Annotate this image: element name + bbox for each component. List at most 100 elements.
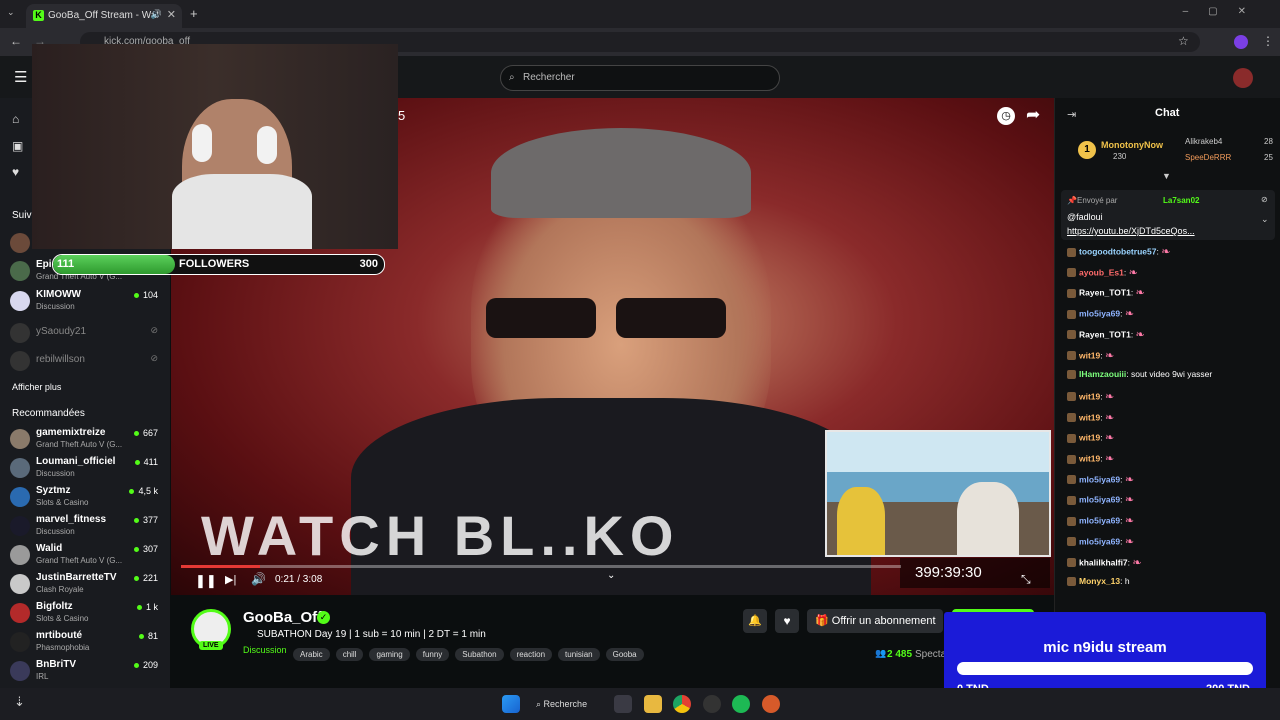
chat-username[interactable]: toogoodtobetrue57 [1079,246,1156,256]
sidebar-channel[interactable]: mrtibouté Phasmophobia 81 [10,629,166,657]
home-icon[interactable]: ⌂ [12,112,26,126]
avatar [10,661,30,681]
sidebar-channel[interactable]: gamemixtreize Grand Theft Auto V (G... 6… [10,426,166,454]
viewers-icon: 👥 [875,648,887,658]
chat-username[interactable]: wit19 [1079,350,1100,360]
collapse-chat-icon[interactable]: ⇥ [1067,108,1076,121]
chat-username[interactable]: mlo5iya69 [1079,308,1120,318]
hamburger-menu-icon[interactable]: ☰ [14,68,27,86]
speaker-icon[interactable]: 🔊 [151,9,162,20]
search-icon: ⌕ [509,72,515,83]
gift-sub-button[interactable]: 🎁 Offrir un abonnement [807,609,943,633]
browser-app-icon[interactable] [762,695,780,713]
chat-username[interactable]: wit19 [1079,453,1100,463]
back-arrow-icon[interactable]: ← [10,34,22,48]
tab-menu-button[interactable]: ⌄ [7,7,21,21]
sidebar-channel[interactable]: Walid Grand Theft Auto V (G... 307 [10,542,166,570]
sidebar-channel[interactable]: Loumani_officiel Discussion 411 [10,455,166,483]
sidebar-channel[interactable]: Bigfoltz Slots & Casino 1 k [10,600,166,628]
headphones [192,124,212,162]
tag[interactable]: Subathon [455,648,504,661]
window-controls[interactable]: –▢✕ [1183,6,1266,17]
user-badge-icon [1067,475,1076,485]
browser-tab[interactable]: K GooBa_Off Stream - Watch 🔊 ✕ [26,4,182,28]
volume-icon[interactable]: 🔊 [251,572,266,586]
spotify-icon[interactable] [732,695,750,713]
tag[interactable]: Gooba [605,648,644,661]
chat-username[interactable]: ayoub_Es1 [1079,267,1124,277]
show-more-link[interactable]: Afficher plus [12,382,61,392]
watch-later-icon[interactable]: ◷ [997,107,1015,125]
chat-username[interactable]: Rayen_TOT1 [1079,329,1131,339]
top-gifter-name[interactable]: MonotonyNow [1101,140,1163,150]
stream-category[interactable]: Discussion [243,645,287,655]
chat-username[interactable]: IHamzaouiii [1079,369,1126,379]
notification-bell-button[interactable]: 🔔 [743,609,767,633]
taskbar-search[interactable]: ⌕ Recherche [536,696,606,712]
viewer-count: 667 [134,428,158,438]
profile-avatar[interactable] [1234,35,1248,49]
top-gifter-name[interactable]: SpeeDeRRR [1185,153,1231,162]
new-tab-button[interactable]: + [190,6,198,21]
viewer-count: 307 [134,544,158,554]
bookmark-star-icon[interactable]: ☆ [1178,34,1189,48]
pinned-sender[interactable]: La7san02 [1163,196,1199,205]
fullscreen-exit-icon[interactable]: ⤡ [1021,572,1031,587]
chat-username[interactable]: khalilkhalfi7 [1079,557,1128,567]
chat-username[interactable]: mlo5iya69 [1079,495,1120,505]
chat-message: wit19: ❧ [1067,452,1115,466]
skip-next-icon[interactable]: ▶| [225,573,236,586]
tag[interactable]: reaction [509,648,553,661]
pause-icon[interactable]: ❚❚ [195,573,217,589]
windows-start-icon[interactable] [502,695,520,713]
chat-username[interactable]: mlo5iya69 [1079,536,1120,546]
chevron-down-icon[interactable]: ⌄ [607,570,615,581]
channel-name: Loumani_officiel [36,456,116,467]
avatar [10,458,30,478]
chat-username[interactable]: wit19 [1079,412,1100,422]
sidebar-channel[interactable]: Syztmz Slots & Casino 4,5 k [10,484,166,512]
close-tab-icon[interactable]: ✕ [167,8,176,21]
left-taskbar-icon[interactable]: ⇣ [14,694,25,710]
tag[interactable]: tunisian [558,648,600,661]
tag[interactable]: chill [335,648,364,661]
sidebar-channel[interactable]: BnBriTV IRL 209 [10,658,166,686]
progress-bar[interactable] [181,565,901,568]
chat-username[interactable]: Monyx_13 [1079,576,1120,586]
chat-username[interactable]: mlo5iya69 [1079,515,1120,525]
chat-username[interactable]: Rayen_TOT1 [1079,288,1131,298]
guest-person [837,487,885,555]
chrome-icon[interactable] [673,695,691,713]
sidebar-channel[interactable]: marvel_fitness Discussion 377 [10,513,166,541]
expand-icon[interactable]: ▼ [1162,171,1171,181]
app-icon[interactable] [703,695,721,713]
search-input[interactable]: ⌕ Rechercher [500,65,780,91]
tag[interactable]: Arabic [293,648,330,661]
user-avatar[interactable] [1233,68,1253,88]
share-icon[interactable]: ➦ [1026,105,1040,125]
unpin-icon[interactable]: ⊘ [1261,195,1268,204]
sidebar-channel[interactable]: KIMOWW Discussion 104 [10,288,166,316]
pinned-link[interactable]: https://youtu.be/XjDTd5ceQos... [1067,226,1195,236]
sidebar-channel[interactable]: ySaoudy21 ⊘ [10,320,166,348]
browser-menu-icon[interactable]: ⋮ [1262,34,1274,48]
chevron-down-icon[interactable]: ⌄ [1261,214,1269,225]
task-view-icon[interactable] [614,695,632,713]
follow-heart-button[interactable]: ♥ [775,609,799,633]
top-gifter-name[interactable]: Alikrakeb4 [1185,137,1222,146]
chat-username[interactable]: wit19 [1079,391,1100,401]
pinned-message[interactable]: 📌 Envoyé par La7san02 ⊘ @fadloui https:/… [1061,190,1275,240]
browse-icon[interactable]: ▣ [12,139,26,153]
chat-username[interactable]: wit19 [1079,433,1100,443]
following-heart-icon[interactable]: ♥ [12,165,26,179]
chat-username[interactable]: mlo5iya69 [1079,474,1120,484]
video-caption: WATCH BL..KO [201,504,680,567]
sidebar-channel[interactable]: rebilwillson ⊘ [10,348,166,376]
file-explorer-icon[interactable] [644,695,662,713]
channel-name[interactable]: GooBa_Off [243,609,322,626]
sidebar-channel[interactable]: JustinBarretteTV Clash Royale 221 [10,571,166,599]
verified-icon: ✓ [317,611,330,624]
tag[interactable]: gaming [369,648,410,661]
tag[interactable]: funny [415,648,450,661]
channel-name: BnBriTV [36,659,76,670]
